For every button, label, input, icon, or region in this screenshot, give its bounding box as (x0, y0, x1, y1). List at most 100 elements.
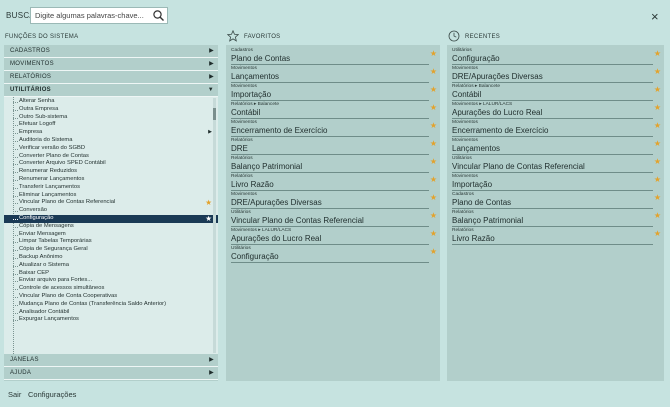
star-icon[interactable]: ★ (430, 67, 437, 76)
menu-item-limpar-tabelas-temporarias[interactable]: Limpar Tabelas Temporárias (4, 238, 218, 246)
accordion-cadastros[interactable]: CADASTROS ▶ (4, 45, 218, 58)
recent-item-vincular-plano-de-contas-referencial[interactable]: Utilitários Vincular Plano de Contas Refe… (452, 155, 661, 173)
star-icon[interactable]: ★ (654, 193, 661, 202)
menu-item-copia-de-mensagens[interactable]: Cópia de Mensagens (4, 223, 218, 231)
menu-item-vincular-plano-de-contas-referencial[interactable]: Vincular Plano de Contas Referencial ★ (4, 199, 218, 207)
menu-item-empresa[interactable]: Empresa ▶ (4, 129, 218, 137)
menu-item-enviar-arquivo-para-fortes[interactable]: Enviar arquivo para Fortes... (4, 277, 218, 285)
recent-item-lancamentos[interactable]: Movimentos Lançamentos ★ (452, 137, 661, 155)
recent-item-balanco-patrimonial[interactable]: Relatórios Balanço Patrimonial ★ (452, 209, 661, 227)
recent-item-contabil[interactable]: Relatórios ▸ Balancete Contábil ★ (452, 83, 661, 101)
recent-item-apuracoes-do-lucro-real[interactable]: Movimentos ▸ LALUR/LACS Apurações do Lucr… (452, 101, 661, 119)
menu-item-converter-plano-de-contas[interactable]: Converter Plano de Contas (4, 153, 218, 161)
menu-item-eliminar-lancamentos[interactable]: Eliminar Lançamentos (4, 192, 218, 200)
item-name: Lançamentos (231, 72, 280, 81)
star-icon[interactable]: ★ (654, 67, 661, 76)
star-icon[interactable]: ★ (654, 121, 661, 130)
menu-item-analisador-contabil[interactable]: Analisador Contábil (4, 309, 218, 317)
star-icon[interactable]: ★ (654, 103, 661, 112)
favorite-item-lancamentos[interactable]: Movimentos Lançamentos ★ (231, 65, 437, 83)
menu-item-copia-de-seguranca-geral[interactable]: Cópia de Segurança Geral (4, 246, 218, 254)
recent-item-livro-razao[interactable]: Relatórios Livro Razão ★ (452, 227, 661, 245)
favorite-item-apuracoes-do-lucro-real[interactable]: Movimentos ▸ LALUR/LACS Apurações do Lucr… (231, 227, 437, 245)
menu-item-verificar-versao-do-sgbd[interactable]: Verificar versão do SGBD (4, 145, 218, 153)
item-name: Vincular Plano de Contas Referencial (452, 162, 585, 171)
menu-item-conversao[interactable]: Conversão (4, 207, 218, 215)
favorite-item-importacao[interactable]: Movimentos Importação ★ (231, 83, 437, 101)
item-category: Movimentos (231, 84, 257, 89)
star-icon[interactable]: ★ (430, 193, 437, 202)
menu-item-auditoria-do-sistema[interactable]: Auditoria do Sistema (4, 137, 218, 145)
settings-link[interactable]: Configurações (28, 390, 76, 399)
star-icon[interactable]: ★ (654, 139, 661, 148)
recent-item-dre-apuracoes-diversas[interactable]: Movimentos DRE/Apurações Diversas ★ (452, 65, 661, 83)
accordion-label: AJUDA (10, 370, 32, 376)
menu-item-atualizar-o-sistema[interactable]: Atualizar o Sistema (4, 262, 218, 270)
accordion-relatorios[interactable]: RELATÓRIOS ▶ (4, 71, 218, 84)
star-icon[interactable]: ★ (654, 175, 661, 184)
star-icon[interactable]: ★ (430, 85, 437, 94)
favorite-item-vincular-plano-de-contas-referencial[interactable]: Utilitários Vincular Plano de Contas Refe… (231, 209, 437, 227)
accordion-utilitarios[interactable]: UTILITÁRIOS ▼ (4, 84, 218, 97)
menu-item-label: Outro Sub-sistema (19, 113, 68, 120)
accordion-janelas[interactable]: JANELAS ▶ (4, 354, 218, 367)
menu-item-renumerar-reduzidos[interactable]: Renumerar Reduzidos (4, 168, 218, 176)
menu-item-backup-anonimo[interactable]: Backup Anônimo (4, 254, 218, 262)
recent-item-plano-de-contas[interactable]: Cadastros Plano de Contas ★ (452, 191, 661, 209)
star-icon[interactable]: ★ (205, 215, 212, 223)
menu-item-vincular-plano-de-conta-cooperativas[interactable]: Vincular Plano de Conta Cooperativas (4, 293, 218, 301)
menu-item-mudanca-plano-de-contas-transferencia-saldo-anterior[interactable]: Mudança Plano de Contas (Transferência S… (4, 301, 218, 309)
star-icon[interactable]: ★ (430, 139, 437, 148)
menu-item-configuracao[interactable]: Configuração ★ (4, 215, 218, 223)
close-button[interactable]: × (651, 9, 659, 24)
menu-item-expurgar-lancamentos[interactable]: Expurgar Lançamentos (4, 316, 218, 324)
menu-item-renumerar-lancamentos[interactable]: Renumerar Lançamentos (4, 176, 218, 184)
accordion-ajuda[interactable]: AJUDA ▶ (4, 367, 218, 380)
recent-item-configuracao[interactable]: Utilitários Configuração ★ (452, 47, 661, 65)
recent-item-encerramento-de-exercicio[interactable]: Movimentos Encerramento de Exercício ★ (452, 119, 661, 137)
star-icon[interactable]: ★ (430, 229, 437, 238)
favorite-item-configuracao[interactable]: Utilitários Configuração ★ (231, 245, 437, 263)
accordion-movimentos[interactable]: MOVIMENTOS ▶ (4, 58, 218, 71)
menu-item-label: Renumerar Reduzidos (19, 168, 77, 175)
recent-item-importacao[interactable]: Movimentos Importação ★ (452, 173, 661, 191)
menu-item-enviar-mensagem[interactable]: Enviar Mensagem (4, 231, 218, 239)
item-category: Utilitários (231, 246, 251, 251)
favorite-item-livro-razao[interactable]: Relatórios Livro Razão ★ (231, 173, 437, 191)
star-icon[interactable]: ★ (654, 49, 661, 58)
search-icon[interactable] (152, 9, 165, 22)
scrollbar-thumb[interactable] (213, 108, 216, 120)
accordion-label: UTILITÁRIOS (10, 87, 51, 93)
star-icon[interactable]: ★ (430, 121, 437, 130)
star-icon[interactable]: ★ (430, 49, 437, 58)
menu-item-label: Outra Empresa (19, 105, 59, 112)
star-icon[interactable]: ★ (430, 103, 437, 112)
menu-item-converter-arquivo-sped-contabil[interactable]: Converter Arquivo SPED Contábil (4, 160, 218, 168)
favorite-item-balanco-patrimonial[interactable]: Relatórios Balanço Patrimonial ★ (231, 155, 437, 173)
favorite-item-dre-apuracoes-diversas[interactable]: Movimentos DRE/Apurações Diversas ★ (231, 191, 437, 209)
star-icon[interactable]: ★ (430, 211, 437, 220)
favorite-item-plano-de-contas[interactable]: Cadastros Plano de Contas ★ (231, 47, 437, 65)
star-icon[interactable]: ★ (654, 157, 661, 166)
menu-item-efetuar-logoff[interactable]: Efetuar Logoff (4, 121, 218, 129)
star-icon[interactable]: ★ (654, 229, 661, 238)
exit-link[interactable]: Sair (8, 390, 21, 399)
menu-item-transferir-lancamentos[interactable]: Transferir Lançamentos (4, 184, 218, 192)
star-icon[interactable]: ★ (430, 175, 437, 184)
favorite-item-contabil[interactable]: Relatórios ▸ Balancete Contábil ★ (231, 101, 437, 119)
star-icon[interactable]: ★ (205, 199, 212, 207)
menu-item-baixar-cep[interactable]: Baixar CEP (4, 270, 218, 278)
item-name: DRE/Apurações Diversas (231, 198, 322, 207)
menu-item-outra-empresa[interactable]: Outra Empresa (4, 106, 218, 114)
scrollbar[interactable] (213, 98, 216, 353)
favorite-item-encerramento-de-exercicio[interactable]: Movimentos Encerramento de Exercício ★ (231, 119, 437, 137)
star-icon[interactable]: ★ (430, 247, 437, 256)
favorite-item-dre[interactable]: Relatórios DRE ★ (231, 137, 437, 155)
menu-item-controle-de-acessos-simultaneos[interactable]: Controle de acessos simultâneos (4, 285, 218, 293)
star-icon[interactable]: ★ (654, 85, 661, 94)
search-input[interactable] (31, 8, 151, 23)
menu-item-alterar-senha[interactable]: Alterar Senha (4, 98, 218, 106)
star-icon[interactable]: ★ (654, 211, 661, 220)
star-icon[interactable]: ★ (430, 157, 437, 166)
menu-item-outro-sub-sistema[interactable]: Outro Sub-sistema (4, 114, 218, 122)
